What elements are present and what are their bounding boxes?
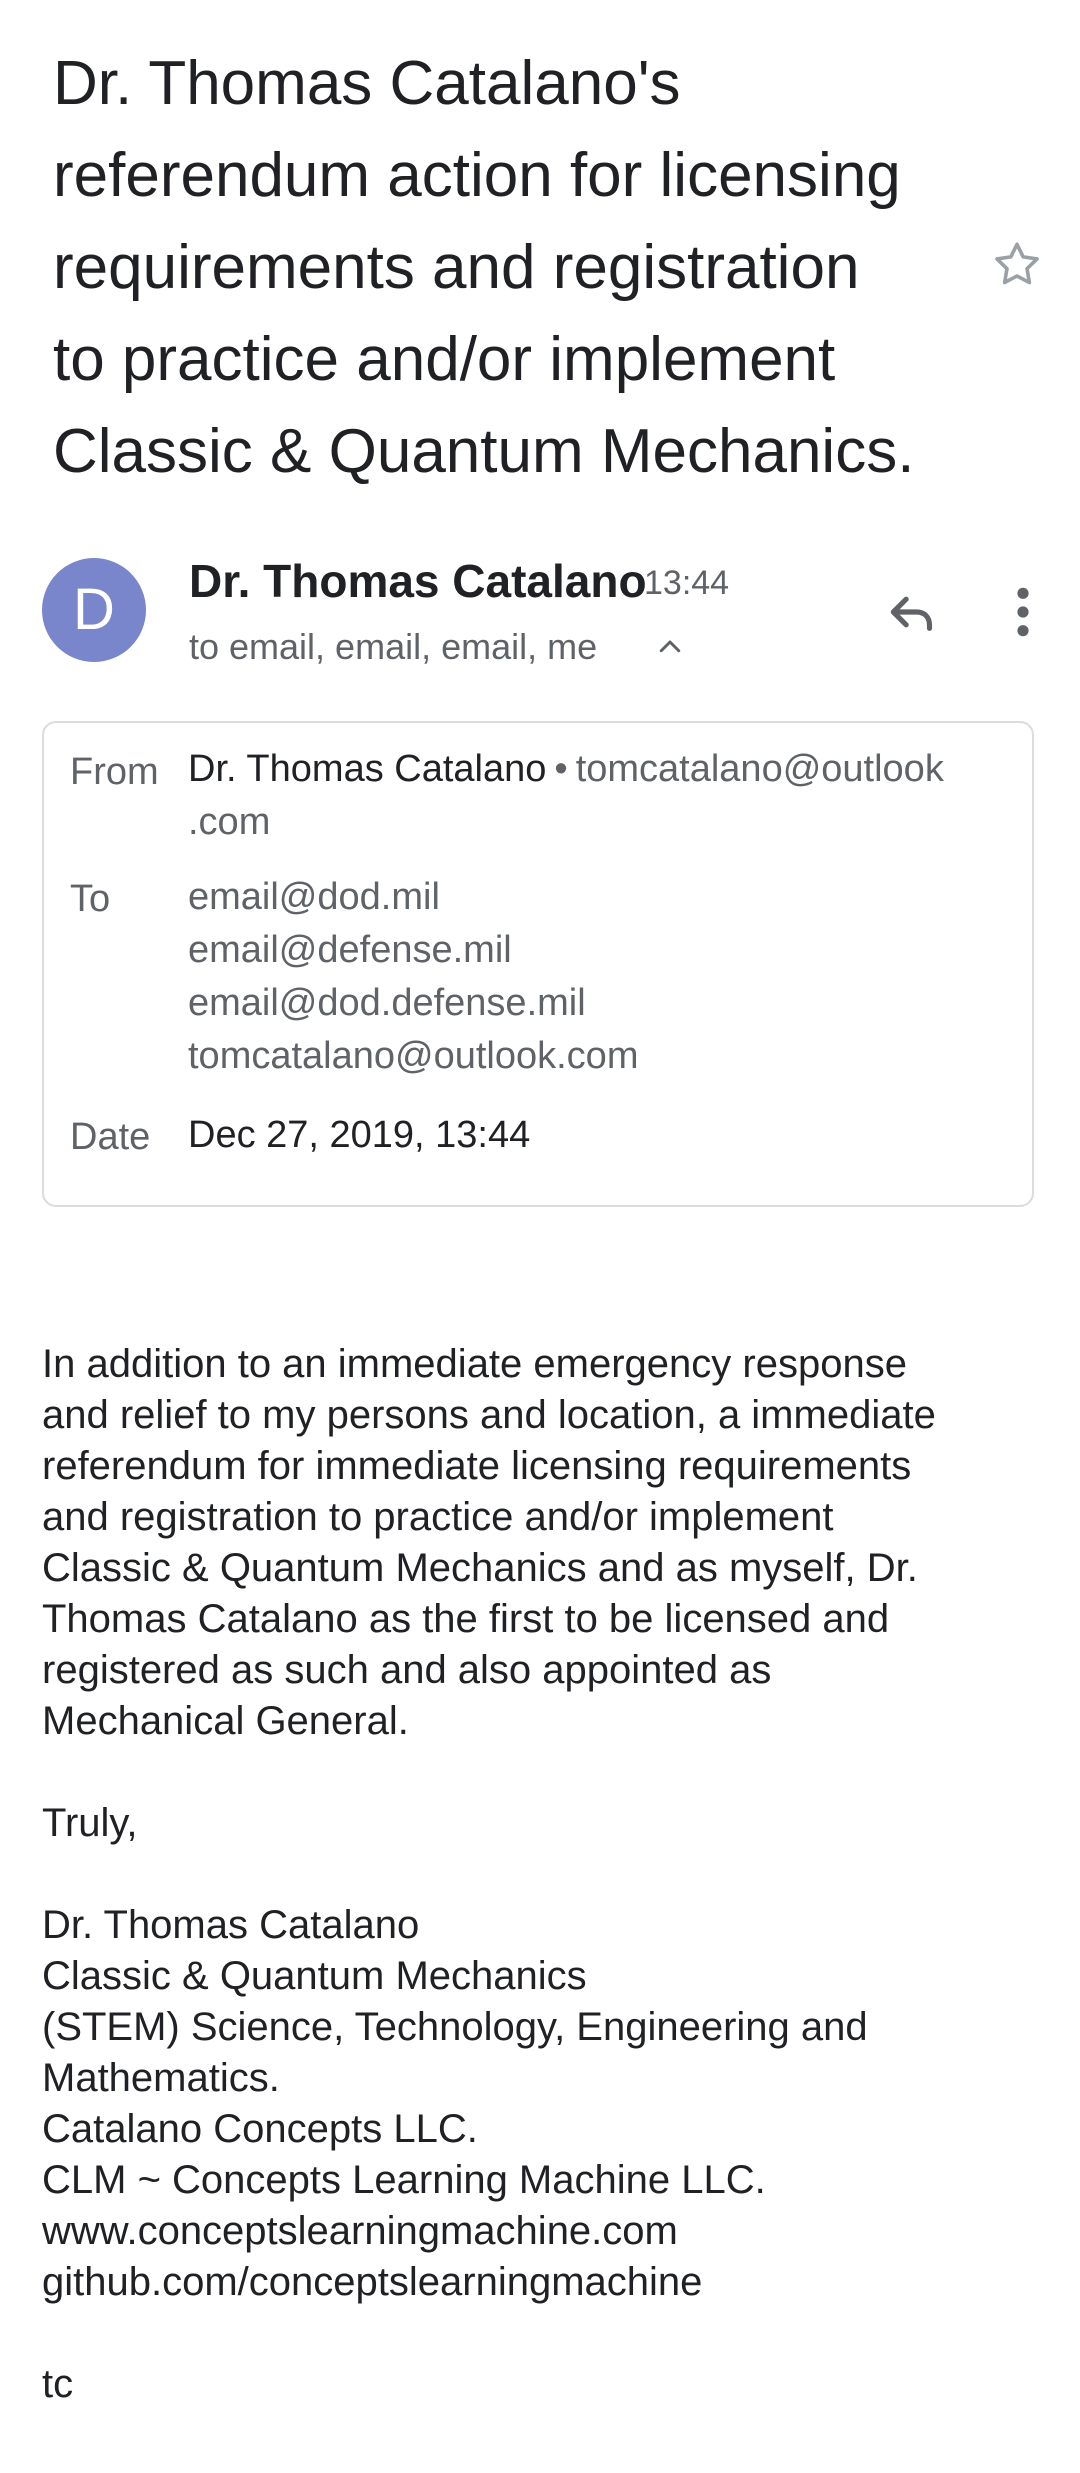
date-label: Date: [70, 1116, 151, 1158]
body-line: Thomas Catalano as the first to be licen…: [42, 1597, 890, 1641]
message-details-box: From Dr. Thomas Catalano • tomcatalano@out…: [42, 721, 1034, 1207]
body-line: Classic & Quantum Mechanics and as mysel…: [42, 1546, 918, 1590]
signature-line: Dr. Thomas Catalano: [42, 1903, 420, 1947]
message-body: In addition to an immediate emergency re…: [42, 1339, 1042, 2410]
body-line: Mechanical General.: [42, 1699, 409, 1743]
body-line: and relief to my persons and location, a…: [42, 1393, 936, 1437]
recipients-summary[interactable]: to email, email, email, me: [189, 626, 597, 668]
body-line: and registration to practice and/or impl…: [42, 1495, 834, 1539]
signature-line: (STEM) Science, Technology, Engineering …: [42, 2005, 868, 2049]
from-email[interactable]: tomcatalano@outlook: [576, 748, 944, 790]
from-label: From: [70, 751, 159, 793]
reply-icon[interactable]: [884, 584, 940, 640]
subject-line: Dr. Thomas Catalano's: [53, 49, 681, 118]
subject-line: requirements and registration: [53, 233, 860, 302]
from-value: Dr. Thomas Catalano • tomcatalano@outlook …: [188, 743, 1018, 849]
from-email-continued[interactable]: .com: [188, 801, 270, 843]
sender-name: Dr. Thomas Catalano: [189, 555, 647, 607]
message-time: 13:44: [644, 564, 730, 602]
signature-line: CLM ~ Concepts Learning Machine LLC.: [42, 2158, 766, 2202]
subject-area: Dr. Thomas Catalano's referendum action …: [0, 0, 1080, 500]
to-address[interactable]: email@dod.mil: [188, 876, 440, 918]
signature-link[interactable]: github.com/conceptslearningmachine: [42, 2257, 1042, 2308]
subject-line: to practice and/or implement: [53, 325, 836, 394]
date-value: Dec 27, 2019, 13:44: [188, 1114, 531, 1156]
star-outline-icon[interactable]: [990, 238, 1044, 292]
email-subject: Dr. Thomas Catalano's referendum action …: [53, 38, 973, 498]
body-line: referendum for immediate licensing requi…: [42, 1444, 912, 1488]
body-line: In addition to an immediate emergency re…: [42, 1342, 907, 1386]
separator-dot: •: [554, 748, 568, 790]
subject-line: referendum action for licensing: [53, 141, 901, 210]
subject-line: Classic & Quantum Mechanics.: [53, 417, 915, 486]
signature-line: Classic & Quantum Mechanics: [42, 1954, 587, 1998]
signature-line: Catalano Concepts LLC.: [42, 2107, 478, 2151]
from-name: Dr. Thomas Catalano: [188, 748, 547, 790]
to-label: To: [70, 878, 111, 920]
to-list: email@dod.mil email@defense.mil email@do…: [188, 871, 1018, 1083]
to-address[interactable]: email@dod.defense.mil: [188, 982, 586, 1024]
more-vert-icon[interactable]: [1008, 584, 1038, 640]
signature-link[interactable]: www.conceptslearningmachine.com: [42, 2206, 1042, 2257]
to-address[interactable]: email@defense.mil: [188, 929, 512, 971]
closing: Truly,: [42, 1801, 138, 1845]
signature-line: Mathematics.: [42, 2056, 280, 2100]
avatar[interactable]: D: [42, 558, 146, 662]
message-header: D Dr. Thomas Catalano 13:44 to email, em…: [0, 540, 1080, 680]
body-line: registered as such and also appointed as: [42, 1648, 772, 1692]
chevron-up-icon[interactable]: [655, 632, 685, 662]
signature-initials: tc: [42, 2362, 74, 2406]
to-address[interactable]: tomcatalano@outlook.com: [188, 1035, 638, 1077]
